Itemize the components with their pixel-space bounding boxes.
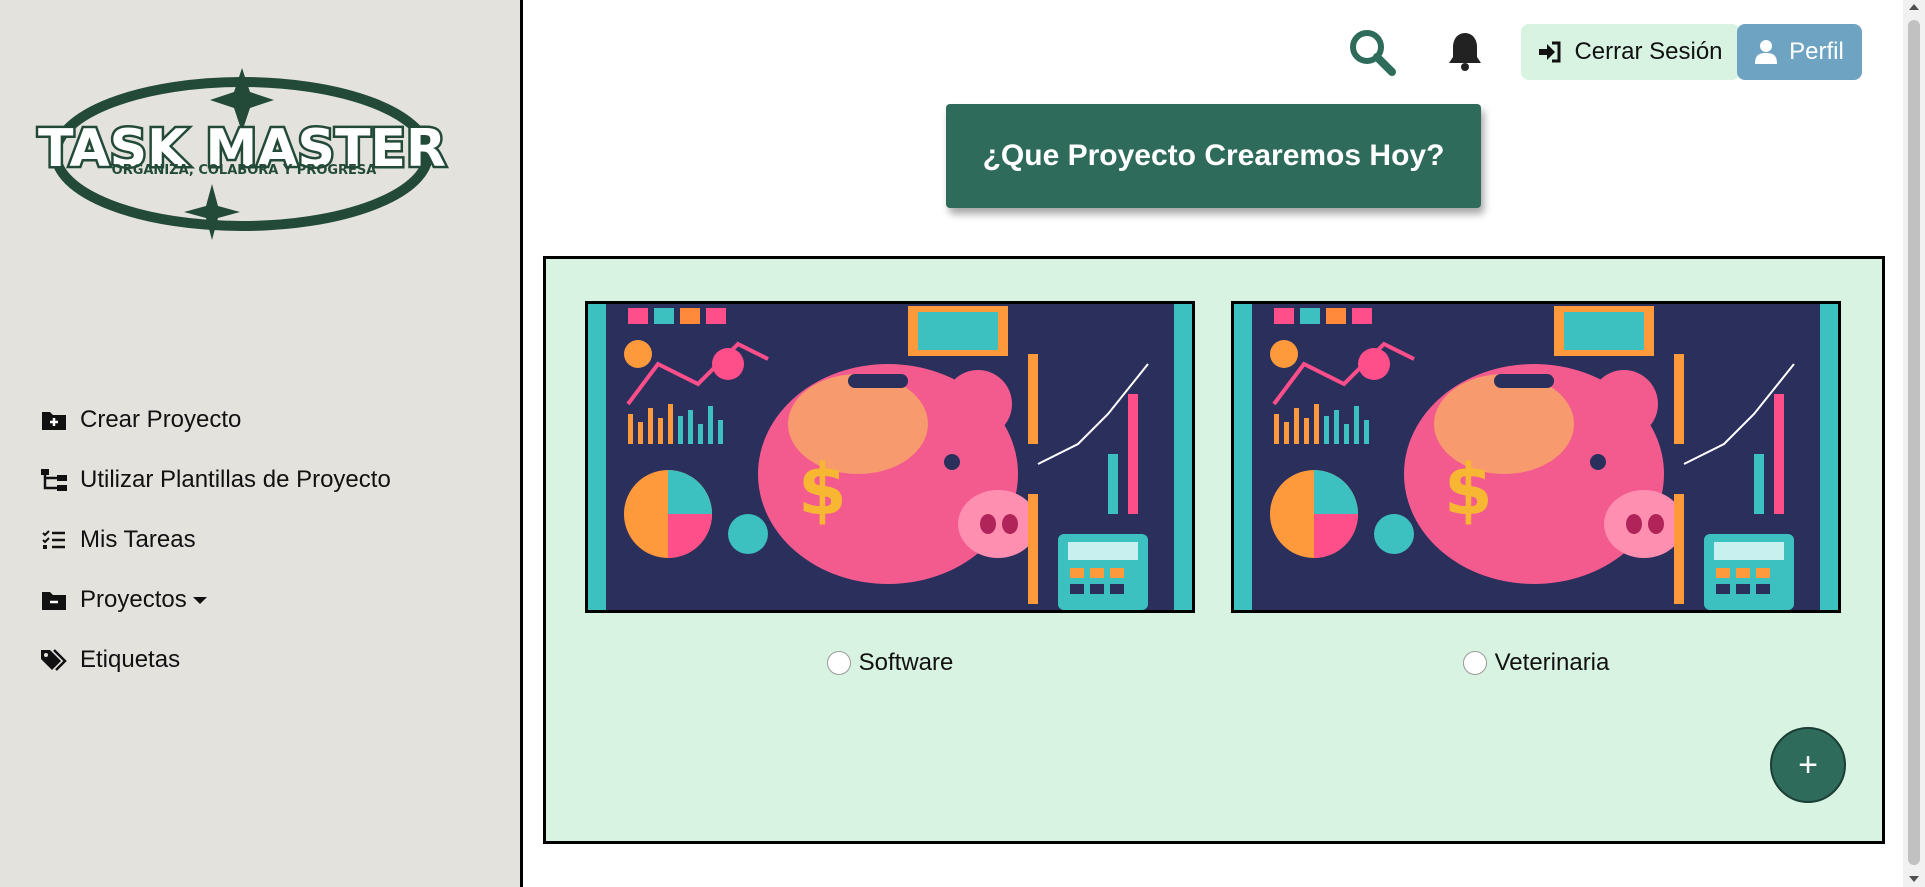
logout-label: Cerrar Sesión <box>1574 38 1723 65</box>
template-option-veterinaria[interactable]: Veterinaria <box>1231 649 1841 677</box>
sidebar-item-label: Proyectos <box>80 586 187 613</box>
profile-button[interactable]: Perfil <box>1737 24 1862 80</box>
user-icon <box>1755 40 1778 64</box>
piggy-bank-illustration: $ <box>1234 304 1838 610</box>
search-icon[interactable] <box>1344 24 1400 80</box>
template-name: Veterinaria <box>1494 649 1610 676</box>
sidebar-item-crear-proyecto[interactable]: Crear Proyecto <box>40 390 391 450</box>
piggy-bank-illustration: $ <box>588 304 1192 610</box>
sidebar-nav: Crear Proyecto Utilizar Plantillas de Pr… <box>40 390 391 690</box>
folder-plus-icon <box>40 406 68 434</box>
sidebar-item-proyectos[interactable]: Proyectos <box>40 570 391 630</box>
template-name: Software <box>858 649 954 676</box>
folder-minus-icon <box>40 586 68 614</box>
template-image[interactable]: $ <box>585 301 1195 613</box>
radio-button[interactable] <box>1462 651 1487 675</box>
banner-label: ¿Que Proyecto Crearemos Hoy? <box>982 139 1445 172</box>
task-master-logo: TASK MASTER ORGANIZA, COLABORA Y PROGRES… <box>35 68 449 240</box>
sidebar-item-label: Etiquetas <box>80 646 181 673</box>
svg-text:$: $ <box>1444 449 1493 531</box>
sidebar-item-label: Crear Proyecto <box>80 406 242 433</box>
scroll-down-arrow-icon[interactable] <box>1909 876 1919 882</box>
add-template-button[interactable]: + <box>1770 727 1846 803</box>
sidebar-item-label: Utilizar Plantillas de Proyecto <box>80 466 391 493</box>
sidebar-item-plantillas[interactable]: Utilizar Plantillas de Proyecto <box>40 450 391 510</box>
sidebar-item-etiquetas[interactable]: Etiquetas <box>40 630 391 690</box>
bell-icon[interactable] <box>1440 26 1490 76</box>
sidebar-item-label: Mis Tareas <box>80 526 196 553</box>
radio-button[interactable] <box>826 651 851 675</box>
svg-text:$: $ <box>798 449 847 531</box>
profile-label: Perfil <box>1789 38 1844 65</box>
scroll-up-arrow-icon[interactable] <box>1909 4 1919 10</box>
scroll-thumb[interactable] <box>1908 20 1920 865</box>
create-project-banner[interactable]: ¿Que Proyecto Crearemos Hoy? <box>946 104 1481 208</box>
main-content: Cerrar Sesión Perfil ¿Que Proyecto Crear… <box>526 0 1903 887</box>
logo-tagline: ORGANIZA, COLABORA Y PROGRESA <box>112 163 377 178</box>
template-option-software[interactable]: Software <box>585 649 1195 677</box>
chevron-down-icon[interactable] <box>192 596 207 604</box>
sidebar: TASK MASTER ORGANIZA, COLABORA Y PROGRES… <box>0 0 523 887</box>
tags-icon <box>40 646 68 674</box>
page-scrollbar[interactable] <box>1903 0 1925 887</box>
template-card[interactable]: $ Veterinaria <box>1231 301 1841 677</box>
sidebar-item-mis-tareas[interactable]: Mis Tareas <box>40 510 391 570</box>
sitemap-icon <box>40 466 68 494</box>
list-check-icon <box>40 526 68 554</box>
logout-button[interactable]: Cerrar Sesión <box>1521 24 1740 80</box>
template-image[interactable]: $ <box>1231 301 1841 613</box>
templates-panel: $ Software $ Veterinaria + <box>543 256 1885 844</box>
template-card[interactable]: $ Software <box>585 301 1195 677</box>
sign-in-icon <box>1539 41 1561 63</box>
plus-icon: + <box>1798 745 1818 784</box>
